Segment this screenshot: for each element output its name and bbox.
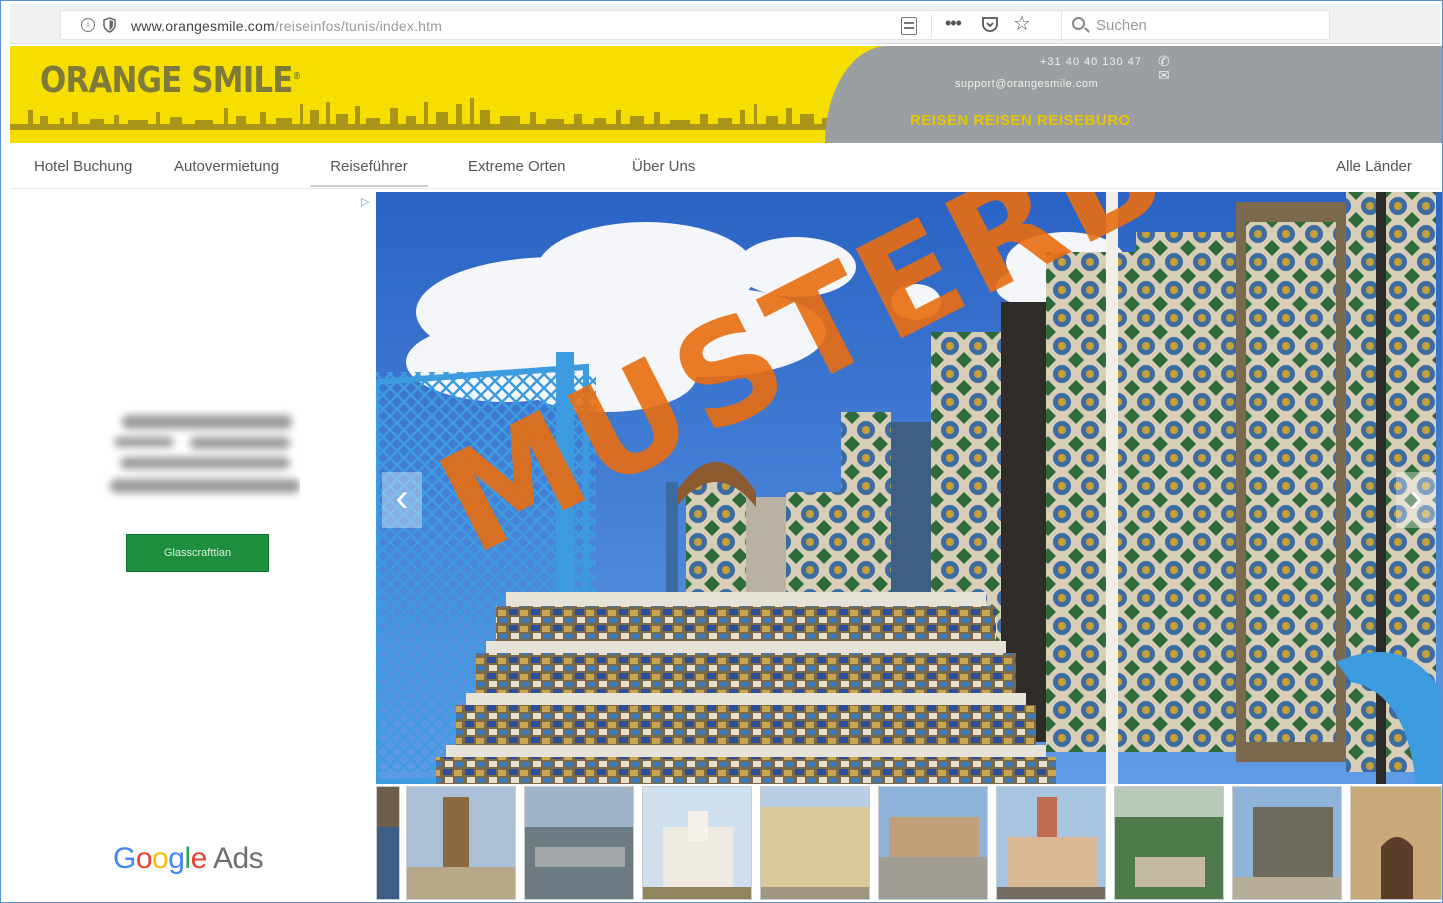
bookmark-star-icon[interactable]: ☆	[1013, 12, 1031, 36]
search-input[interactable]: Suchen	[1061, 11, 1329, 41]
adchoices-icon[interactable]: ▷	[361, 196, 373, 208]
thumbnail[interactable]	[1232, 786, 1342, 900]
ad-blurred-logo[interactable]	[100, 407, 300, 503]
logo-text: ORANGE SMILE	[40, 60, 293, 101]
nav-item-ueber-uns[interactable]: Über Uns	[632, 158, 695, 175]
shield-icon[interactable]	[103, 17, 116, 33]
main-nav: Hotel Buchung Autovermietung Reiseführer…	[10, 143, 1442, 189]
search-placeholder: Suchen	[1096, 17, 1147, 34]
google-letter: e	[190, 842, 208, 875]
toolbar-divider	[931, 15, 932, 37]
thumbnail[interactable]	[1350, 786, 1442, 900]
thumbnail[interactable]	[524, 786, 634, 900]
thumbnail[interactable]	[1114, 786, 1224, 900]
ads-word: Ads	[212, 842, 264, 875]
browser-toolbar: i www.orangesmile.com/reiseinfos/tunis/i…	[10, 4, 1440, 44]
thumbnail[interactable]	[642, 786, 752, 900]
google-letter: g	[168, 842, 185, 875]
banner-tagline: REISEN REISEN REISEBURO	[910, 112, 1131, 129]
contact-icon: ✆ ✉	[1158, 53, 1170, 83]
nav-item-alle-laender[interactable]: Alle Länder	[1336, 158, 1412, 175]
address-bar[interactable]: i www.orangesmile.com/reiseinfos/tunis/i…	[60, 10, 1330, 41]
thumbnail[interactable]	[878, 786, 988, 900]
nav-item-reisefuehrer[interactable]: Reiseführer	[310, 158, 428, 187]
more-icon[interactable]: •••	[945, 13, 962, 34]
ad-sidebar[interactable]: ▷ Glasscrafttian Google Ads	[10, 192, 375, 900]
google-ads-logo[interactable]: Google Ads	[113, 842, 264, 876]
thumbnail-strip	[376, 786, 1442, 900]
nav-item-hotel-buchung[interactable]: Hotel Buchung	[34, 158, 132, 175]
next-slide-button[interactable]: ›	[1396, 472, 1436, 528]
url-text[interactable]: www.orangesmile.com/reiseinfos/tunis/ind…	[131, 18, 442, 34]
contact-phone[interactable]: +31 40 40 130 47	[1040, 56, 1142, 68]
reader-view-icon[interactable]	[901, 17, 917, 35]
google-letter: G	[113, 842, 136, 875]
info-icon[interactable]: i	[81, 18, 95, 32]
google-letter: o	[152, 842, 169, 875]
contact-panel: +31 40 40 130 47 support@orangesmile.com…	[825, 46, 1442, 143]
site-logo[interactable]: ORANGE SMILE®	[40, 60, 302, 101]
thumbnail[interactable]	[376, 786, 400, 900]
url-host: www.orangesmile.com	[131, 18, 275, 34]
thumbnail[interactable]	[760, 786, 870, 900]
search-icon	[1072, 17, 1085, 30]
contact-email[interactable]: support@orangesmile.com	[955, 78, 1098, 90]
pocket-icon[interactable]	[981, 16, 999, 33]
prev-slide-button[interactable]: ‹	[382, 472, 422, 528]
thumbnail[interactable]	[996, 786, 1106, 900]
site-banner: ORANGE SMILE® +31 40 40 130 47 support@o…	[10, 46, 1442, 143]
ad-cta-button[interactable]: Glasscrafttian	[126, 534, 269, 572]
url-path: /reiseinfos/tunis/index.htm	[274, 18, 443, 34]
hero-slideshow[interactable]: MUSTERBILD ‹ ›	[376, 192, 1442, 784]
google-letter: o	[135, 842, 153, 875]
nav-item-extreme-orten[interactable]: Extreme Orten	[468, 158, 566, 175]
logo-trademark: ®	[292, 71, 302, 82]
nav-item-autovermietung[interactable]: Autovermietung	[174, 158, 279, 175]
thumbnail[interactable]	[406, 786, 516, 900]
